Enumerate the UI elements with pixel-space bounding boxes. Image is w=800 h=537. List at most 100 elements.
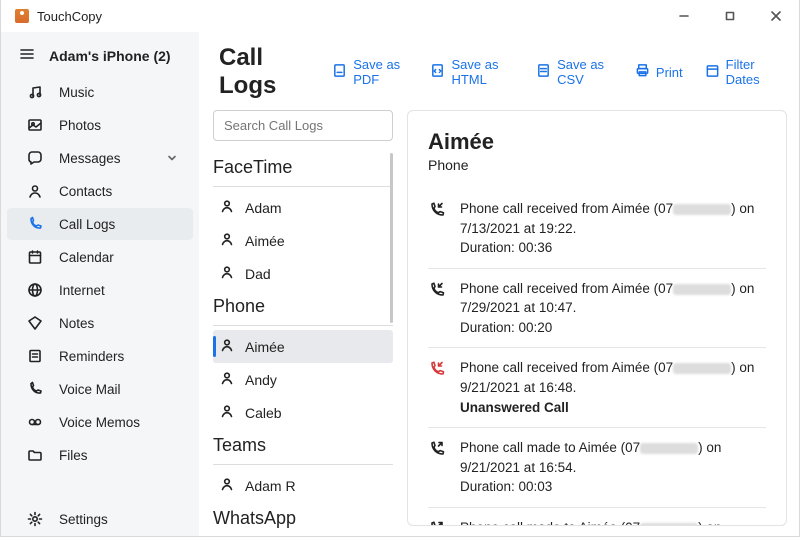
contact-item[interactable]: Caleb: [213, 396, 393, 429]
action-label: Filter Dates: [726, 57, 773, 87]
action-label: Save as CSV: [557, 57, 613, 87]
sidebar-item-notes[interactable]: Notes: [7, 307, 193, 339]
files-icon: [27, 447, 43, 463]
redacted-number: [640, 443, 698, 454]
detail-name: Aimée: [428, 129, 766, 155]
sidebar-item-settings[interactable]: Settings: [7, 503, 193, 535]
messages-icon: [27, 150, 43, 166]
person-icon: [219, 337, 235, 356]
sidebar-item-calendar[interactable]: Calendar: [7, 241, 193, 273]
call-text: Phone call received from Aimée (07) on 7…: [460, 199, 766, 258]
save-csv-button[interactable]: Save as CSV: [530, 53, 619, 91]
close-button[interactable]: [753, 0, 799, 32]
scrollbar[interactable]: [390, 153, 393, 323]
redacted-number: [640, 523, 698, 526]
save-html-button[interactable]: Save as HTML: [424, 53, 520, 91]
window-controls: [661, 0, 799, 32]
titlebar: TouchCopy: [1, 0, 799, 32]
contact-item[interactable]: Dad: [213, 257, 393, 290]
action-icon: [705, 63, 720, 81]
app-title: TouchCopy: [37, 9, 102, 24]
contact-item[interactable]: Adam R: [213, 469, 393, 502]
sidebar-item-label: Notes: [59, 316, 94, 331]
call-entry: Phone call made to Aimée (07) on 9/21/20…: [428, 508, 766, 526]
settings-label: Settings: [59, 512, 108, 527]
sidebar: Adam's iPhone (2) Music Photos Messages Con…: [1, 32, 199, 536]
contact-item[interactable]: Aimée: [213, 224, 393, 257]
device-name: Adam's iPhone (2): [49, 48, 171, 64]
call-received-icon: [428, 279, 446, 338]
redacted-number: [673, 204, 731, 215]
call-entry: Phone call received from Aimée (07) on 7…: [428, 269, 766, 349]
sidebar-item-messages[interactable]: Messages: [7, 142, 193, 174]
sidebar-item-label: Voice Mail: [59, 382, 121, 397]
redacted-number: [673, 363, 731, 374]
sidebar-header[interactable]: Adam's iPhone (2): [1, 36, 199, 75]
group-title: WhatsApp: [213, 502, 393, 535]
action-icon: [635, 63, 650, 81]
person-icon: [219, 403, 235, 422]
maximize-button[interactable]: [707, 0, 753, 32]
person-icon: [219, 476, 235, 495]
sidebar-item-label: Calendar: [59, 250, 114, 265]
filter-dates-button[interactable]: Filter Dates: [699, 53, 779, 91]
detail-source: Phone: [428, 157, 766, 173]
sidebar-item-label: Internet: [59, 283, 105, 298]
call-entry: Phone call received from Aimée (07) on 7…: [428, 189, 766, 269]
sidebar-item-label: Voice Memos: [59, 415, 140, 430]
sidebar-item-label: Call Logs: [59, 217, 115, 232]
contact-item[interactable]: Aimée: [213, 330, 393, 363]
reminders-icon: [27, 348, 43, 364]
sidebar-item-voice-mail[interactable]: Voice Mail: [7, 373, 193, 405]
person-icon: [219, 264, 235, 283]
call-entry: Phone call made to Aimée (07) on 9/21/20…: [428, 428, 766, 508]
call-text: Phone call received from Aimée (07) on 9…: [460, 358, 766, 417]
sidebar-item-files[interactable]: Files: [7, 439, 193, 471]
action-icon: [536, 63, 551, 81]
phone-icon: [27, 216, 43, 232]
voicemail-icon: [27, 381, 43, 397]
action-icon: [430, 63, 445, 81]
call-received-icon: [428, 199, 446, 258]
call-made-icon: [428, 438, 446, 497]
contact-name: Dad: [245, 266, 271, 282]
sidebar-item-contacts[interactable]: Contacts: [7, 175, 193, 207]
calendar-icon: [27, 249, 43, 265]
sidebar-item-label: Photos: [59, 118, 101, 133]
group-title: Teams: [213, 429, 393, 462]
app-icon: [15, 9, 29, 23]
sidebar-item-label: Music: [59, 85, 94, 100]
call-text: Phone call made to Aimée (07) on 9/21/20…: [460, 518, 766, 526]
contact-name: Aimée: [245, 339, 285, 355]
detail-panel: Aimée Phone Phone call received from Aim…: [407, 110, 787, 526]
sidebar-item-label: Files: [59, 448, 88, 463]
menu-icon: [19, 46, 35, 65]
sidebar-item-reminders[interactable]: Reminders: [7, 340, 193, 372]
sidebar-item-photos[interactable]: Photos: [7, 109, 193, 141]
music-icon: [27, 84, 43, 100]
sidebar-item-label: Contacts: [59, 184, 112, 199]
action-label: Save as PDF: [353, 57, 408, 87]
print-button[interactable]: Print: [629, 53, 689, 91]
sidebar-item-internet[interactable]: Internet: [7, 274, 193, 306]
sidebar-item-music[interactable]: Music: [7, 76, 193, 108]
contacts-icon: [27, 183, 43, 199]
call-entry: Phone call received from Aimée (07) on 9…: [428, 348, 766, 428]
redacted-number: [673, 284, 731, 295]
search-input[interactable]: [213, 110, 393, 141]
minimize-button[interactable]: [661, 0, 707, 32]
globe-icon: [27, 282, 43, 298]
person-icon: [219, 370, 235, 389]
group-title: FaceTime: [213, 151, 393, 184]
contact-item[interactable]: Andy: [213, 363, 393, 396]
sidebar-item-call-logs[interactable]: Call Logs: [7, 208, 193, 240]
contacts-list: FaceTimeAdamAiméeDadPhoneAiméeAndyCalebT…: [199, 108, 399, 536]
call-text: Phone call received from Aimée (07) on 7…: [460, 279, 766, 338]
action-label: Print: [656, 65, 683, 80]
person-icon: [219, 198, 235, 217]
action-icon: [332, 63, 347, 81]
sidebar-item-voice-memos[interactable]: Voice Memos: [7, 406, 193, 438]
person-icon: [219, 231, 235, 250]
save-pdf-button[interactable]: Save as PDF: [326, 53, 414, 91]
contact-item[interactable]: Adam: [213, 191, 393, 224]
